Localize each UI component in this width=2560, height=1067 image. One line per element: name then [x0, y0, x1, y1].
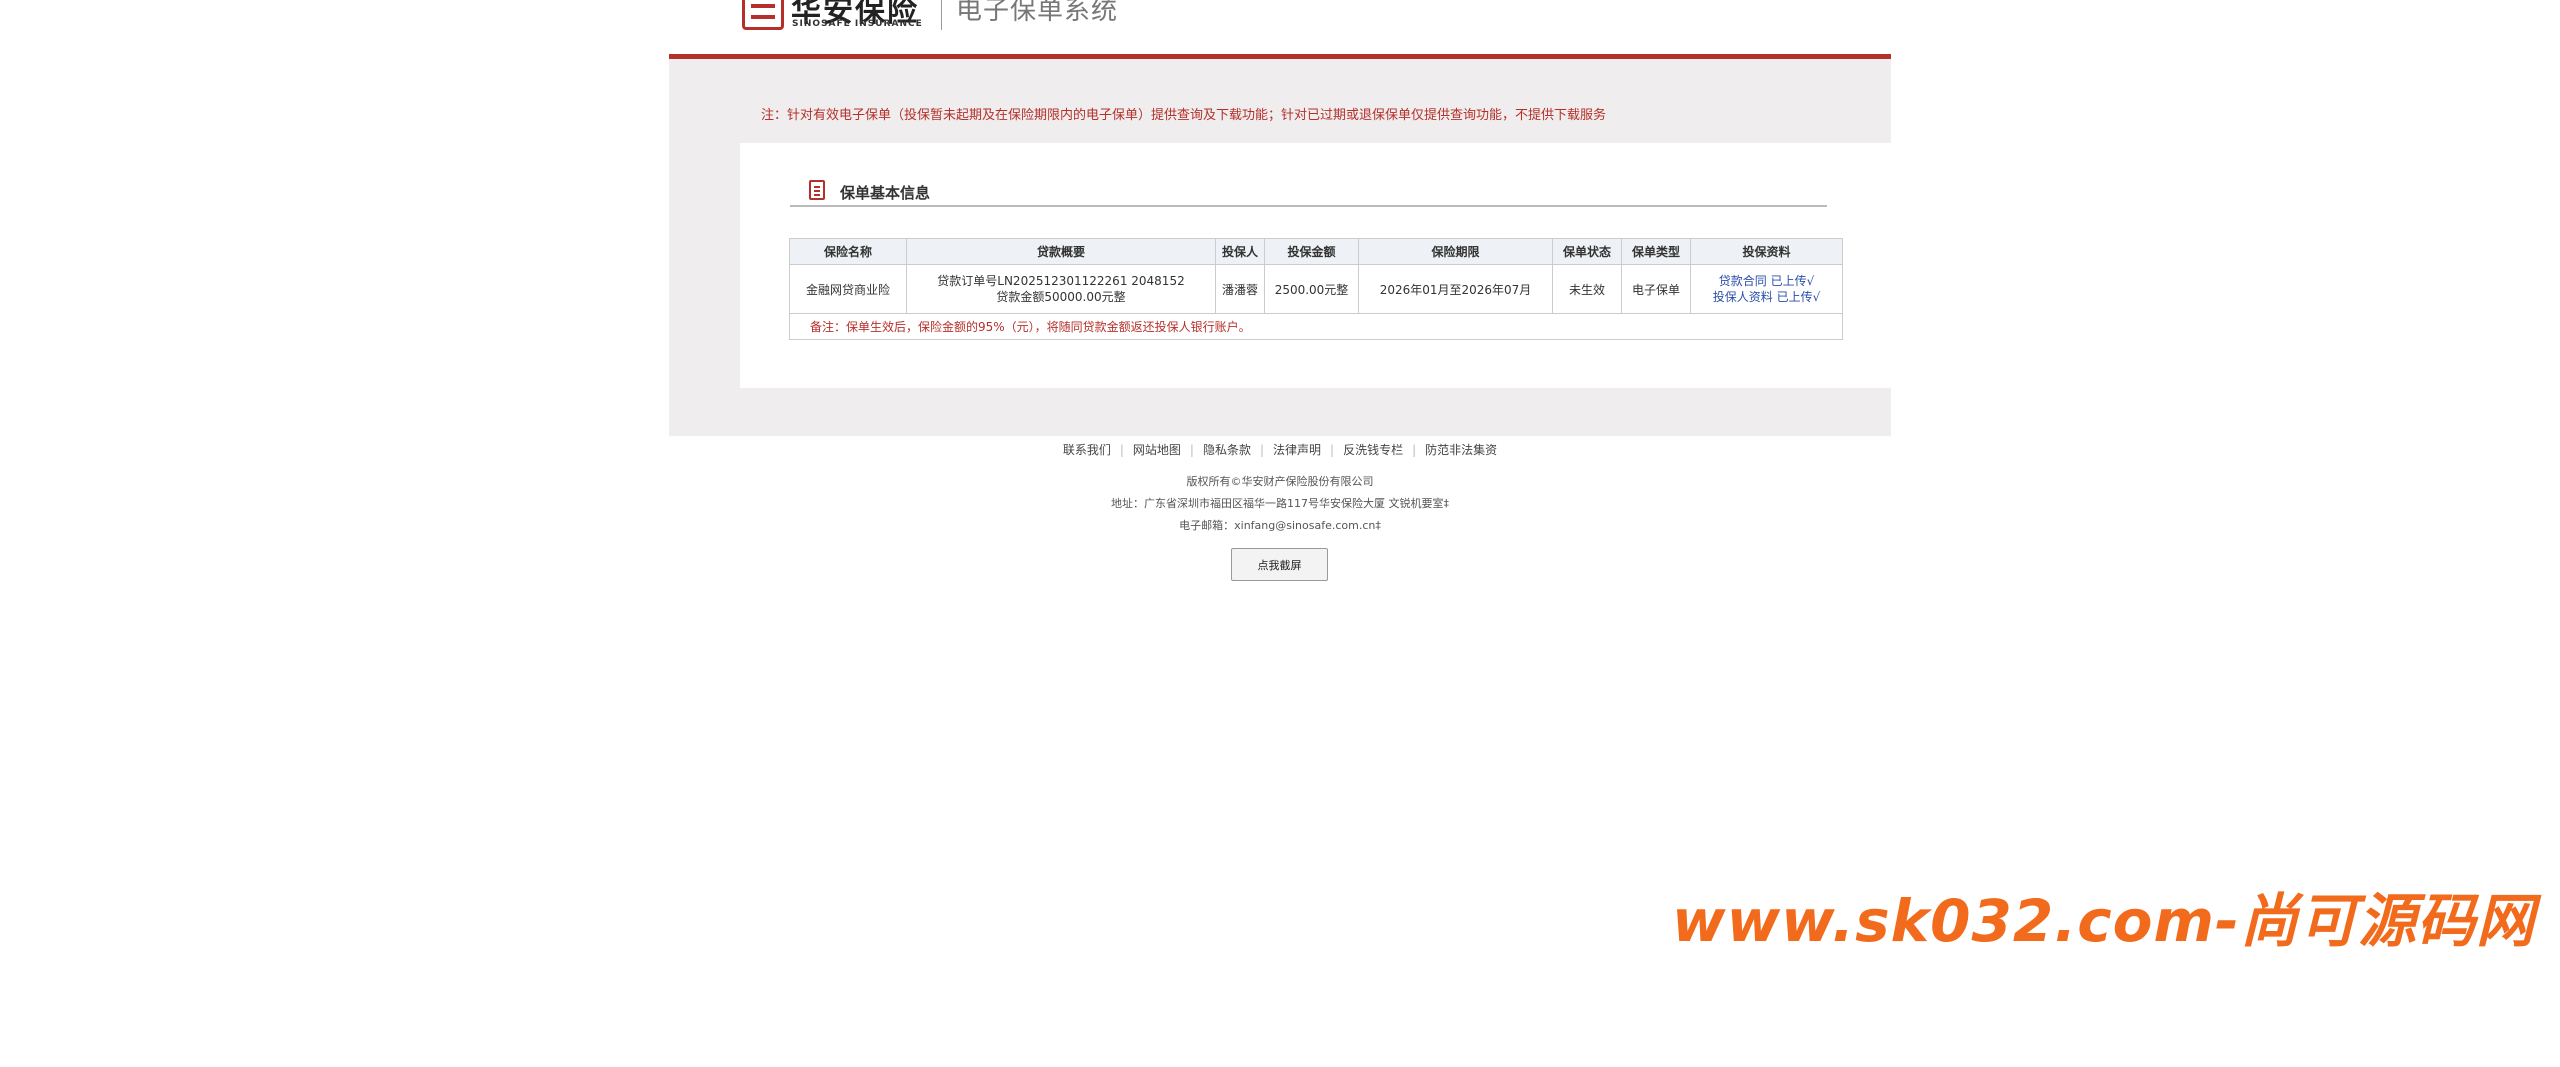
email-text: 电子邮箱：xinfang@sinosafe.com.cn‡: [1179, 519, 1381, 532]
insurance-name-cell: 金融网贷商业险: [789, 264, 907, 314]
column-header: 投保金额: [1264, 238, 1359, 265]
content-band: 注：针对有效电子保单（投保暂未起期及在保险期限内的电子保单）提供查询及下载功能；…: [669, 59, 1891, 436]
footer-link-privacy[interactable]: 隐私条款: [1194, 443, 1260, 457]
footer-link-fraud[interactable]: 防范非法集资: [1416, 443, 1506, 457]
section-header: 保单基本信息: [790, 180, 1827, 207]
materials-cell: 贷款合同 已上传√ 投保人资料 已上传√: [1690, 264, 1843, 314]
page: 华安保险 SINOSAFE INSURANCE 电子保单系统 注：针对有效电子保…: [0, 0, 2560, 1067]
table-row: 金融网贷商业险 贷款订单号LN202512301122261 2048152 贷…: [789, 264, 1843, 314]
column-header: 保险名称: [789, 238, 907, 265]
site-header: 华安保险 SINOSAFE INSURANCE 电子保单系统: [669, 0, 1891, 59]
table-header-row: 保险名称 贷款概要 投保人 投保金额 保险期限 保单状态 保单类型 投保资料: [789, 238, 1843, 265]
system-title: 电子保单系统: [956, 0, 1119, 26]
footer-nav: 联系我们 | 网站地图 | 隐私条款 | 法律声明 | 反洗钱专栏 | 防范非法集资: [0, 441, 2560, 458]
loan-contract-link[interactable]: 贷款合同 已上传√: [1695, 273, 1838, 289]
column-header: 贷款概要: [906, 238, 1216, 265]
column-header: 保险期限: [1358, 238, 1553, 265]
sinosafe-logo-icon: [742, 0, 784, 30]
column-header: 保单类型: [1621, 238, 1691, 265]
address-text: 地址：广东省深圳市福田区福华一路117号华安保险大厦 文锐机要室‡: [1111, 497, 1449, 510]
policy-panel: 保单基本信息 保险名称 贷款概要 投保人 投保金额 保险期限 保单状态 保单类型…: [740, 143, 1891, 388]
footer-link-sitemap[interactable]: 网站地图: [1124, 443, 1190, 457]
logo-english-name: SINOSAFE INSURANCE: [792, 19, 923, 29]
applicant-info-link[interactable]: 投保人资料 已上传√: [1695, 289, 1838, 305]
notice-text: 注：针对有效电子保单（投保暂未起期及在保险期限内的电子保单）提供查询及下载功能；…: [761, 108, 1607, 123]
section-title: 保单基本信息: [840, 184, 931, 202]
footer-link-contact[interactable]: 联系我们: [1054, 443, 1120, 457]
loan-summary-cell: 贷款订单号LN202512301122261 2048152 贷款金额50000…: [906, 264, 1216, 314]
loan-order-number: 贷款订单号LN202512301122261 2048152: [937, 274, 1185, 288]
policy-table: 保险名称 贷款概要 投保人 投保金额 保险期限 保单状态 保单类型 投保资料 金…: [789, 238, 1843, 340]
watermark-text: www.sk032.com-尚可源码网: [1672, 887, 2536, 955]
footer-link-aml[interactable]: 反洗钱专栏: [1334, 443, 1412, 457]
copyright-text: 版权所有©华安财产保险股份有限公司: [1186, 475, 1374, 488]
document-icon: [809, 180, 825, 200]
insured-amount-cell: 2500.00元整: [1264, 264, 1359, 314]
column-header: 投保人: [1215, 238, 1265, 265]
applicant-cell: 潘潘蓉: [1215, 264, 1265, 314]
header-divider: [941, 0, 942, 30]
period-cell: 2026年01月至2026年07月: [1358, 264, 1553, 314]
policy-type-cell: 电子保单: [1621, 264, 1691, 314]
table-note-row: 备注：保单生效后，保险金额的95%（元），将随同贷款金额返还投保人银行账户。: [789, 313, 1843, 340]
snapshot-button[interactable]: 点我截屏: [1231, 548, 1328, 581]
footer-link-legal[interactable]: 法律声明: [1264, 443, 1330, 457]
loan-amount: 贷款金额50000.00元整: [996, 290, 1126, 304]
column-header: 保单状态: [1552, 238, 1622, 265]
remark-text: 备注：保单生效后，保险金额的95%（元），将随同贷款金额返还投保人银行账户。: [789, 313, 1843, 340]
column-header: 投保资料: [1690, 238, 1843, 265]
status-cell: 未生效: [1552, 264, 1622, 314]
